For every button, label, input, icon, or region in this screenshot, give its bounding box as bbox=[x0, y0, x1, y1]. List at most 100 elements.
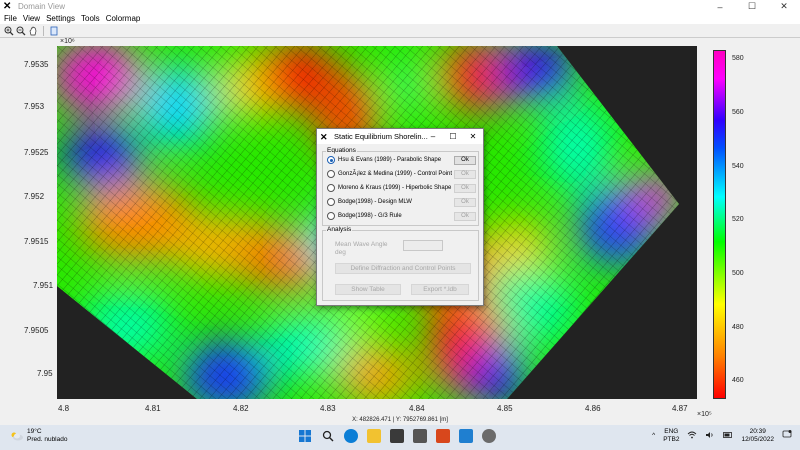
search-icon[interactable] bbox=[321, 429, 335, 443]
equation-label: Hsu & Evans (1989) - Parabolic Shape bbox=[338, 157, 442, 163]
wifi-icon[interactable] bbox=[687, 431, 697, 442]
colorbar-tick-label: 580 bbox=[732, 55, 744, 62]
equation-radio[interactable] bbox=[327, 156, 335, 164]
weather-widget[interactable]: 19°C Pred. nublado bbox=[10, 428, 67, 444]
equations-group: Equations Hsu & Evans (1989) - Parabolic… bbox=[322, 147, 479, 226]
mean-wave-angle-input[interactable] bbox=[403, 240, 443, 251]
app-icon[interactable] bbox=[413, 429, 427, 443]
language-indicator[interactable]: ENG PTB2 bbox=[663, 428, 679, 444]
equation-ok-button[interactable]: Ok bbox=[454, 211, 476, 221]
equation-row: Bodge(1998) - Design MLW Ok bbox=[327, 197, 477, 207]
equation-ok-button[interactable]: Ok bbox=[454, 197, 476, 207]
equation-radio[interactable] bbox=[327, 170, 335, 178]
y-tick-label: 7.953 bbox=[24, 102, 45, 111]
weather-description: Pred. nublado bbox=[27, 436, 68, 443]
y-tick-label: 7.9515 bbox=[24, 237, 49, 246]
toolbar-separator bbox=[43, 25, 44, 36]
data-cursor-icon[interactable] bbox=[48, 25, 59, 36]
dialog-close-button[interactable]: ✕ bbox=[463, 129, 483, 144]
notification-icon[interactable] bbox=[782, 430, 792, 442]
dialog-maximize-button[interactable]: ☐ bbox=[443, 129, 463, 144]
dialog-minimize-button[interactable]: – bbox=[423, 129, 443, 144]
y-tick-label: 7.952 bbox=[24, 192, 45, 201]
equation-radio[interactable] bbox=[327, 198, 335, 206]
equation-row: GonzÃ¡lez & Medina (1999) - Control Poin… bbox=[327, 169, 477, 179]
define-diffraction-button[interactable]: Define Diffraction and Control Points bbox=[335, 263, 471, 274]
matlab-taskbar-icon[interactable] bbox=[436, 429, 450, 443]
x-tick-label: 4.87 bbox=[672, 404, 688, 413]
github-icon[interactable] bbox=[482, 429, 496, 443]
y-tick-label: 7.9505 bbox=[24, 326, 49, 335]
dialog-title: Static Equilibrium Shorelin... bbox=[334, 132, 428, 141]
temperature: 19°C bbox=[27, 428, 42, 435]
chevron-up-icon[interactable]: ^ bbox=[652, 432, 655, 440]
vscode-icon[interactable] bbox=[459, 429, 473, 443]
menu-tools[interactable]: Tools bbox=[81, 14, 100, 23]
y-tick-label: 7.9525 bbox=[24, 148, 49, 157]
equation-ok-button[interactable]: Ok bbox=[454, 169, 476, 179]
x-tick-label: 4.84 bbox=[409, 404, 425, 413]
menu-view[interactable]: View bbox=[23, 14, 40, 23]
equation-row: Hsu & Evans (1989) - Parabolic Shape Ok bbox=[327, 155, 477, 165]
mean-wave-angle-label: Mean Wave Angle deg bbox=[335, 241, 388, 256]
equation-ok-button[interactable]: Ok bbox=[454, 155, 476, 165]
matlab-app-icon: ✕ bbox=[320, 131, 328, 142]
equations-group-title: Equations bbox=[326, 147, 357, 154]
equation-radio[interactable] bbox=[327, 184, 335, 192]
equation-row: Moreno & Kraus (1999) - Hiperbolic Shape… bbox=[327, 183, 477, 193]
colorbar-tick-label: 480 bbox=[732, 324, 744, 331]
colorbar-tick-label: 520 bbox=[732, 216, 744, 223]
show-table-button[interactable]: Show Table bbox=[335, 284, 401, 295]
colorbar bbox=[713, 50, 726, 399]
equation-label: Moreno & Kraus (1999) - Hiperbolic Shape bbox=[338, 185, 452, 191]
x-tick-label: 4.8 bbox=[58, 404, 70, 413]
analysis-group-title: Analysis bbox=[326, 226, 353, 233]
window-title-bar: ✕ Domain View – ☐ ✕ bbox=[0, 0, 800, 13]
volume-icon[interactable] bbox=[705, 431, 715, 442]
x-tick-label: 4.86 bbox=[585, 404, 601, 413]
maximize-button[interactable]: ☐ bbox=[736, 0, 768, 13]
colorbar-tick-label: 460 bbox=[732, 377, 744, 384]
static-equilibrium-dialog: ✕ Static Equilibrium Shorelin... – ☐ ✕ E… bbox=[316, 128, 484, 306]
menu-settings[interactable]: Settings bbox=[46, 14, 75, 23]
equation-label: Bodge(1998) - Design MLW bbox=[338, 199, 412, 205]
equation-label: Bodge(1998) - G/3 Rule bbox=[338, 213, 402, 219]
battery-icon[interactable] bbox=[723, 431, 733, 442]
windows-start-icon[interactable] bbox=[298, 429, 312, 443]
x-tick-label: 4.82 bbox=[233, 404, 249, 413]
colorbar-tick-label: 540 bbox=[732, 163, 744, 170]
x-tick-label: 4.85 bbox=[497, 404, 513, 413]
zoom-out-icon[interactable] bbox=[15, 25, 26, 36]
file-explorer-icon[interactable] bbox=[367, 429, 381, 443]
x-tick-label: 4.81 bbox=[145, 404, 161, 413]
matlab-app-icon: ✕ bbox=[3, 0, 12, 12]
export-ldb-button[interactable]: Export *.ldb bbox=[411, 284, 469, 295]
coordinate-readout: X: 482826.471 | Y: 7952769.861 [m] bbox=[352, 417, 448, 423]
equation-label: GonzÃ¡lez & Medina (1999) - Control Poin… bbox=[338, 171, 453, 177]
x-tick-label: 4.83 bbox=[320, 404, 336, 413]
equation-radio[interactable] bbox=[327, 212, 335, 220]
clock[interactable]: 20:39 12/05/2022 bbox=[741, 428, 774, 444]
cloud-icon bbox=[10, 431, 24, 441]
edge-browser-icon[interactable] bbox=[344, 429, 358, 443]
terminal-icon[interactable] bbox=[390, 429, 404, 443]
colorbar-tick-label: 560 bbox=[732, 109, 744, 116]
equation-ok-button[interactable]: Ok bbox=[454, 183, 476, 193]
menu-bar: File View Settings Tools Colormap bbox=[0, 13, 800, 24]
dialog-title-bar: ✕ Static Equilibrium Shorelin... – ☐ ✕ bbox=[317, 129, 483, 144]
menu-colormap[interactable]: Colormap bbox=[106, 14, 141, 23]
y-tick-label: 7.951 bbox=[33, 281, 54, 290]
y-axis-exponent: ×10⁶ bbox=[60, 38, 75, 45]
taskbar: 19°C Pred. nublado ^ ENG PTB2 20:39 12/0… bbox=[0, 425, 800, 450]
analysis-group: Analysis Mean Wave Angle deg Define Diff… bbox=[322, 226, 479, 301]
menu-file[interactable]: File bbox=[4, 14, 17, 23]
close-button[interactable]: ✕ bbox=[768, 0, 800, 13]
zoom-in-icon[interactable] bbox=[3, 25, 14, 36]
window-title: Domain View bbox=[18, 2, 65, 11]
equation-row: Bodge(1998) - G/3 Rule Ok bbox=[327, 211, 477, 221]
y-tick-label: 7.95 bbox=[37, 369, 53, 378]
minimize-button[interactable]: – bbox=[704, 0, 736, 13]
colorbar-tick-label: 500 bbox=[732, 270, 744, 277]
toolbar bbox=[0, 24, 800, 38]
pan-hand-icon[interactable] bbox=[27, 25, 38, 36]
